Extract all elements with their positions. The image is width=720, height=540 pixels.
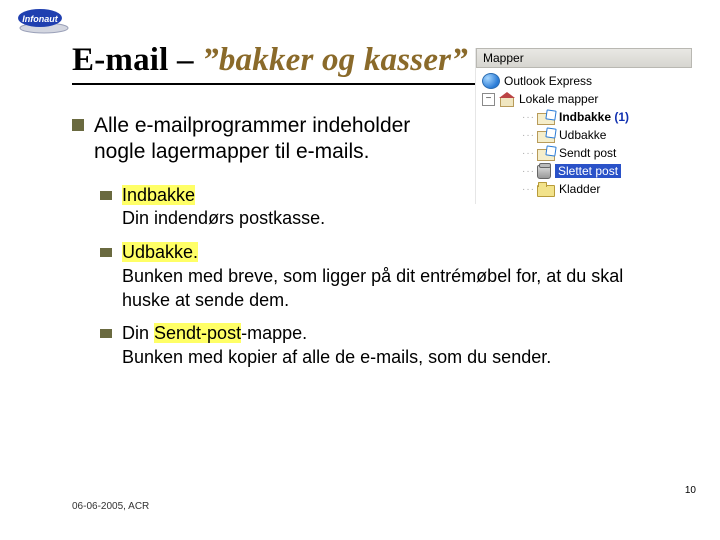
sub-bullet-udbakke: Udbakke. Bunken med breve, som ligger på…: [100, 241, 666, 312]
tree-connector-icon: ···: [522, 148, 535, 159]
sub-hl: Sendt-post: [154, 323, 241, 343]
sub-pre: Din: [122, 323, 154, 343]
tree-sent[interactable]: ··· Sendt post: [480, 144, 688, 162]
infonaut-logo: Infonaut: [14, 8, 74, 39]
tree-header: Mapper: [476, 48, 692, 68]
tree-deleted-label: Slettet post: [555, 164, 621, 178]
tree-sent-label: Sendt post: [559, 146, 616, 160]
bullet-icon: [100, 329, 112, 338]
bullet-icon: [72, 119, 84, 131]
svg-text:Infonaut: Infonaut: [22, 14, 58, 24]
sub-head: Indbakke: [122, 185, 195, 205]
tree-inbox-label: Indbakke: [559, 110, 611, 124]
tree-connector-icon: ···: [522, 112, 535, 123]
sent-icon: [537, 149, 555, 161]
tree-drafts-label: Kladder: [559, 182, 600, 196]
tree-local-label: Lokale mapper: [519, 92, 598, 106]
sub-bullet-sendtpost: Din Sendt-post-mappe.Bunken med kopier a…: [100, 322, 666, 370]
title-plain: E-mail –: [72, 42, 202, 78]
intro-text: Alle e-mailprogrammer indeholder nogle l…: [94, 113, 412, 166]
footer-date-author: 06-06-2005, ACR: [72, 501, 149, 512]
tree-outbox-label: Udbakke: [559, 128, 606, 142]
folder-tree-panel: Mapper Outlook Express − Lokale mapper ·…: [475, 48, 692, 204]
inbox-icon: [537, 113, 555, 125]
tree-connector-icon: ···: [522, 184, 535, 195]
tree-root[interactable]: Outlook Express: [480, 72, 688, 90]
bullet-icon: [100, 248, 112, 257]
sub-body: Din indendørs postkasse.: [122, 208, 325, 228]
tree-inbox[interactable]: ··· Indbakke (1): [480, 108, 688, 126]
intro-bullet: Alle e-mailprogrammer indeholder nogle l…: [72, 113, 412, 166]
outlook-express-icon: [482, 73, 500, 89]
sub-body: Bunken med breve, som ligger på dit entr…: [122, 266, 623, 310]
tree-drafts[interactable]: ··· Kladder: [480, 180, 688, 198]
collapse-icon[interactable]: −: [482, 93, 495, 106]
outbox-icon: [537, 131, 555, 143]
local-folders-icon: [499, 92, 515, 106]
tree-outbox[interactable]: ··· Udbakke: [480, 126, 688, 144]
drafts-icon: [537, 185, 555, 197]
bullet-icon: [100, 191, 112, 200]
page-number: 10: [685, 485, 696, 496]
tree-connector-icon: ···: [522, 166, 535, 177]
tree-inbox-count: (1): [614, 110, 629, 124]
trash-icon: [537, 165, 551, 179]
tree-root-label: Outlook Express: [504, 74, 592, 88]
tree-connector-icon: ···: [522, 130, 535, 141]
title-italic: ”bakker og kasser”: [202, 42, 468, 78]
sub-head: Udbakke.: [122, 242, 198, 262]
tree-deleted[interactable]: ··· Slettet post: [480, 162, 688, 180]
tree-local-folders[interactable]: − Lokale mapper: [480, 90, 688, 108]
